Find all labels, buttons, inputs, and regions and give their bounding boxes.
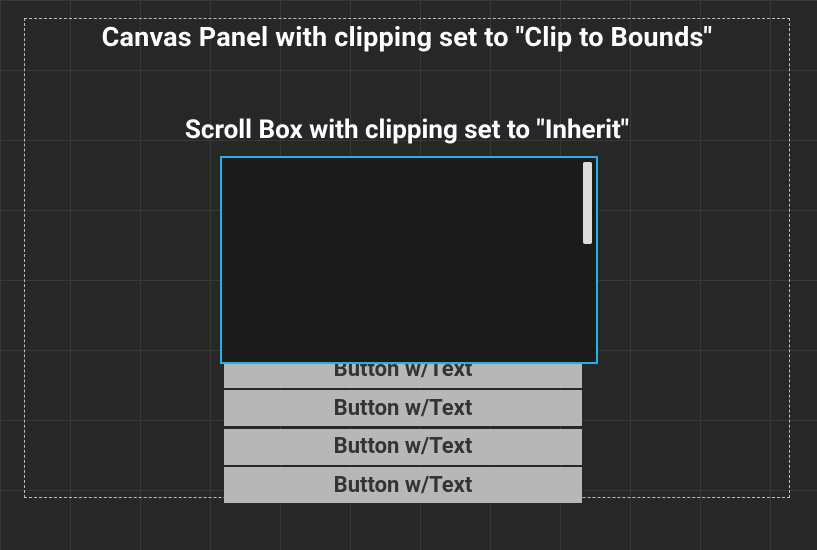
list-button-label: Button w/Text [334,396,473,421]
list-button-label: Button w/Text [334,203,473,228]
list-button[interactable]: Button w/Text [224,198,582,234]
list-button-label: Button w/Text [334,280,473,305]
list-button[interactable]: Button w/Text [224,313,582,349]
list-button-label: Button w/Text [334,242,473,267]
list-button[interactable]: Button w/Text [224,275,582,311]
list-button[interactable]: Button w/Text [224,390,582,426]
list-button-label: Button w/Text [334,319,473,344]
list-button-label: Button w/Text [334,165,473,190]
canvas-panel-title: Canvas Panel with clipping set to "Clip … [25,21,789,53]
scrollbar-track[interactable] [583,162,592,358]
list-button[interactable]: Button w/Text [224,429,582,465]
list-button[interactable]: Button w/Text [224,352,582,388]
list-button[interactable]: Button w/Text [224,467,582,503]
list-button-label: Button w/Text [334,434,473,459]
list-button[interactable]: Button w/Text [224,159,582,195]
list-button-label: Button w/Text [334,357,473,382]
canvas-panel: Canvas Panel with clipping set to "Clip … [24,18,790,498]
scrollbar-thumb[interactable] [583,162,592,244]
scroll-box-content: Button w/Text Button w/Text Button w/Tex… [224,159,582,503]
scroll-box-title: Scroll Box with clipping set to "Inherit… [25,115,789,145]
list-button[interactable]: Button w/Text [224,236,582,272]
list-button-label: Button w/Text [334,473,473,498]
